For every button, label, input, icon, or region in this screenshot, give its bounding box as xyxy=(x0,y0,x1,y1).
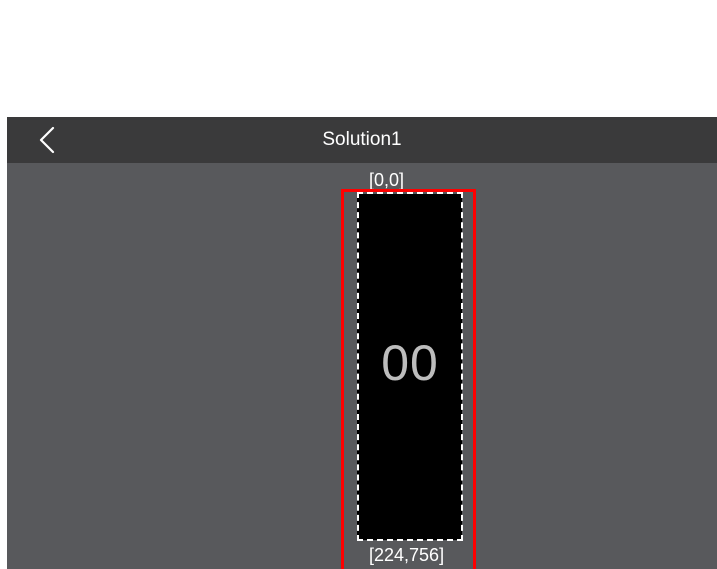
display-value: 00 xyxy=(381,335,439,391)
solution-screen: Solution1 [0,0] 00 [224,756] xyxy=(7,117,717,569)
chevron-left-icon xyxy=(39,126,55,154)
top-bar: Solution1 xyxy=(7,117,717,163)
back-button[interactable] xyxy=(33,123,73,157)
start-coordinate-label: [0,0] xyxy=(369,170,405,190)
page-title: Solution1 xyxy=(322,129,402,150)
end-coordinate-label: [224,756] xyxy=(369,545,445,565)
